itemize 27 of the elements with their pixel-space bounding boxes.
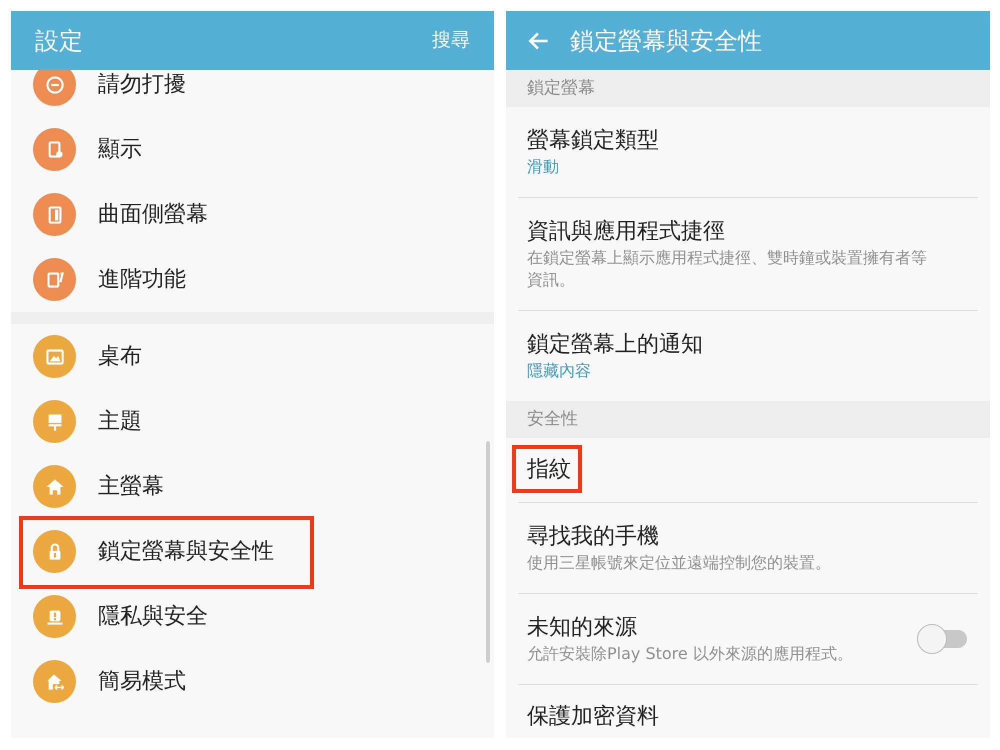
section-header: 鎖定螢幕 xyxy=(506,70,990,107)
setting-item[interactable]: 鎖定螢幕上的通知 xyxy=(527,332,703,357)
setting-description: 在鎖定螢幕上顯示應用程式捷徑、雙時鐘或裝置擁有者等資訊。 xyxy=(527,247,928,291)
setting-item[interactable]: 簡易模式 xyxy=(98,668,186,694)
setting-item[interactable]: 隱私與安全 xyxy=(98,604,208,630)
setting-item[interactable]: 顯示 xyxy=(98,136,142,162)
setting-item[interactable]: 主題 xyxy=(98,408,142,434)
setting-item[interactable]: 螢幕鎖定類型 xyxy=(527,128,659,153)
setting-item[interactable]: 尋找我的手機 xyxy=(527,524,659,549)
section-header: 安全性 xyxy=(506,401,990,438)
setting-item[interactable]: 鎖定螢幕與安全性 xyxy=(98,538,274,564)
setting-item[interactable]: 進階功能 xyxy=(98,266,186,292)
toggle-switch[interactable] xyxy=(917,623,969,655)
setting-item[interactable]: 保護加密資料 xyxy=(527,704,659,729)
setting-item[interactable]: 未知的來源 xyxy=(527,615,637,640)
screen-title: 鎖定螢幕與安全性 xyxy=(570,26,762,56)
screen-title: 設定 xyxy=(35,26,83,56)
setting-item[interactable]: 桌布 xyxy=(98,344,142,370)
setting-item[interactable]: 資訊與應用程式捷徑 xyxy=(527,219,725,244)
setting-item[interactable]: 指紋 xyxy=(527,457,571,482)
setting-description: 使用三星帳號來定位並遠端控制您的裝置。 xyxy=(527,552,832,574)
setting-item[interactable]: 曲面側螢幕 xyxy=(98,202,208,228)
setting-item[interactable]: 主螢幕 xyxy=(98,474,164,500)
setting-description: 允許安裝除Play Store 以外來源的應用程式。 xyxy=(527,643,854,665)
setting-value: 隱藏內容 xyxy=(527,360,592,382)
setting-value: 滑動 xyxy=(527,156,560,178)
setting-item[interactable]: 請勿打擾 xyxy=(98,72,186,98)
